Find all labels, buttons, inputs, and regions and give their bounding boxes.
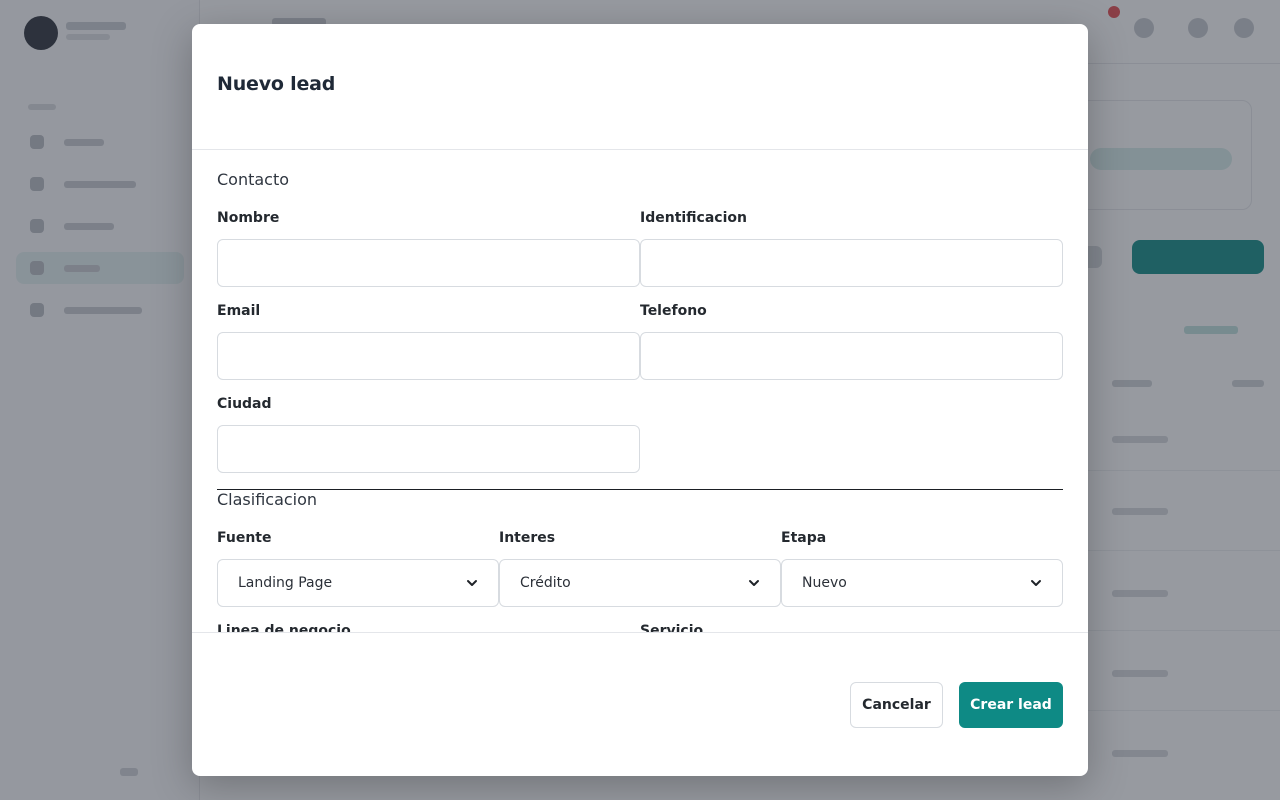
modal-footer: Cancelar Crear lead	[192, 632, 1088, 776]
new-lead-modal: Nuevo lead Contacto Nombre Identificacio…	[192, 24, 1088, 776]
interes-select[interactable]: Crédito	[499, 559, 781, 607]
section-title-clasificacion: Clasificacion	[217, 490, 318, 509]
section-divider	[217, 489, 1063, 490]
nombre-label: Nombre	[217, 210, 280, 226]
etapa-label: Etapa	[781, 530, 827, 546]
telefono-input[interactable]	[640, 332, 1063, 380]
modal-body: Contacto Nombre Identificacion Email Tel…	[192, 150, 1088, 632]
chevron-down-icon	[749, 580, 759, 586]
identificacion-label: Identificacion	[640, 210, 747, 226]
chevron-down-icon	[467, 580, 477, 586]
ciudad-input[interactable]	[217, 425, 640, 473]
etapa-value: Nuevo	[802, 575, 847, 591]
fuente-select[interactable]: Landing Page	[217, 559, 499, 607]
ciudad-label: Ciudad	[217, 396, 272, 412]
linea-negocio-label: Linea de negocio	[217, 623, 351, 632]
servicio-label: Servicio	[640, 623, 704, 632]
chevron-down-icon	[1031, 580, 1041, 586]
fuente-label: Fuente	[217, 530, 272, 546]
identificacion-input[interactable]	[640, 239, 1063, 287]
telefono-label: Telefono	[640, 303, 707, 319]
section-title-contacto: Contacto	[217, 170, 290, 189]
interes-value: Crédito	[520, 575, 571, 591]
modal-header: Nuevo lead	[192, 24, 1088, 150]
etapa-select[interactable]: Nuevo	[781, 559, 1063, 607]
modal-title: Nuevo lead	[217, 73, 336, 95]
nombre-input[interactable]	[217, 239, 640, 287]
cancel-button[interactable]: Cancelar	[850, 682, 943, 728]
create-lead-button[interactable]: Crear lead	[959, 682, 1063, 728]
interes-label: Interes	[499, 530, 556, 546]
email-input[interactable]	[217, 332, 640, 380]
email-label: Email	[217, 303, 261, 319]
fuente-value: Landing Page	[238, 575, 333, 591]
